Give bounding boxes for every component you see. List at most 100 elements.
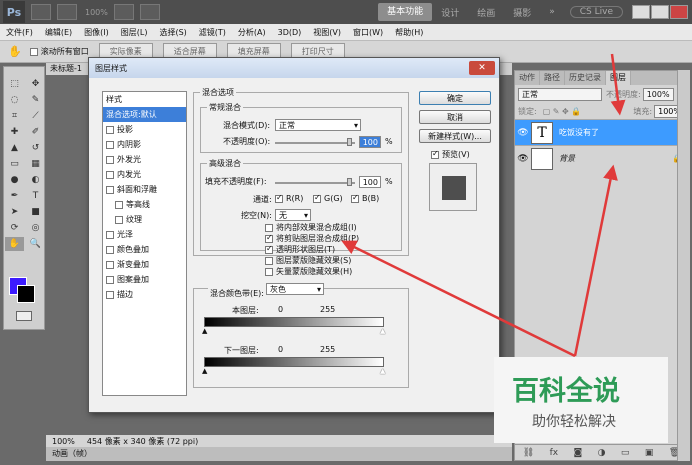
checkbox-icon[interactable]	[106, 140, 114, 149]
fill-opacity-slider[interactable]	[275, 182, 355, 184]
underlying-white-handle-icon[interactable]: ▲	[380, 367, 385, 375]
this-layer-black-handle-icon[interactable]: ▲	[202, 327, 207, 335]
checkbox-icon[interactable]	[106, 230, 114, 239]
stamp-tool-icon[interactable]: ▲	[5, 141, 24, 155]
channel-r-checkbox[interactable]: R(R)	[275, 193, 303, 203]
menu-file[interactable]: 文件(F)	[0, 27, 39, 38]
opacity-slider-knob[interactable]	[347, 138, 352, 146]
visibility-eye-icon[interactable]: 👁	[515, 154, 531, 164]
3d-orbit-icon[interactable]: ◎	[26, 221, 45, 235]
checkbox-icon[interactable]	[115, 215, 123, 224]
dodge-tool-icon[interactable]: ◐	[26, 173, 45, 187]
menu-help[interactable]: 帮助(H)	[389, 27, 429, 38]
workspace-essentials[interactable]: 基本功能	[378, 3, 433, 21]
style-item[interactable]: 描边	[103, 287, 186, 302]
fill-opacity-input[interactable]: 100	[359, 176, 381, 188]
channel-b-checkbox[interactable]: B(B)	[351, 193, 379, 203]
checkbox-icon[interactable]	[106, 170, 114, 179]
checkbox-icon[interactable]	[106, 245, 114, 254]
underlying-black-handle-icon[interactable]: ▲	[202, 367, 207, 375]
brush-tool-icon[interactable]: ✐	[26, 125, 45, 139]
channel-g-checkbox[interactable]: G(G)	[313, 193, 343, 203]
blend-if-select[interactable]: 灰色	[266, 283, 324, 295]
dialog-close-icon[interactable]: ✕	[469, 61, 495, 75]
cancel-button[interactable]: 取消	[419, 110, 491, 124]
animation-panel-tab[interactable]: 动画（帧）	[46, 447, 512, 461]
quick-mask-icon[interactable]	[16, 311, 32, 321]
menu-3d[interactable]: 3D(D)	[272, 28, 308, 37]
style-item[interactable]: 渐变叠加	[103, 257, 186, 272]
style-item[interactable]: 纹理	[103, 212, 186, 227]
menu-filter[interactable]: 滤镜(T)	[193, 27, 232, 38]
preview-checkbox[interactable]: 预览(V)	[431, 149, 470, 160]
scroll-all-windows-checkbox[interactable]: 滚动所有窗口	[29, 46, 89, 57]
knockout-select[interactable]: 无	[275, 209, 311, 221]
workspace-more[interactable]: »	[540, 7, 564, 17]
style-item[interactable]: 内阴影	[103, 137, 186, 152]
hand-tool-icon[interactable]: ✋	[5, 237, 24, 251]
fill-opacity-slider-knob[interactable]	[347, 178, 352, 186]
maximize-button[interactable]	[651, 5, 669, 19]
menu-edit[interactable]: 编辑(E)	[39, 27, 78, 38]
menu-window[interactable]: 窗口(W)	[347, 27, 389, 38]
history-brush-icon[interactable]: ↺	[26, 141, 45, 155]
underlying-layer-gradient[interactable]	[204, 357, 384, 367]
layer-row-background[interactable]: 👁 背景 🔒	[515, 145, 688, 171]
workspace-design[interactable]: 设计	[432, 6, 468, 19]
new-layer-icon[interactable]: ▣	[645, 448, 654, 458]
style-item[interactable]: 内发光	[103, 167, 186, 182]
background-color-swatch[interactable]	[17, 285, 35, 303]
advanced-option-checkbox[interactable]: 图层蒙版隐藏效果(S)	[265, 255, 351, 266]
advanced-option-checkbox[interactable]: 将剪贴图层混合成组(P)	[265, 233, 359, 244]
zoom-select[interactable]: 100%	[85, 8, 108, 17]
shape-tool-icon[interactable]: ■	[26, 205, 45, 219]
link-layers-icon[interactable]: ⛓	[523, 448, 534, 458]
new-style-button[interactable]: 新建样式(W)...	[419, 129, 491, 143]
new-group-icon[interactable]: ▭	[621, 448, 630, 458]
this-layer-gradient[interactable]	[204, 317, 384, 327]
tab-paths[interactable]: 路径	[540, 71, 565, 85]
checkbox-icon[interactable]	[106, 260, 114, 269]
opacity-input[interactable]: 100	[359, 136, 381, 148]
checkbox-icon[interactable]	[106, 275, 114, 284]
fx-icon[interactable]: fx	[550, 448, 559, 458]
layer-opacity-input[interactable]: 100%	[642, 87, 674, 101]
3d-rotate-icon[interactable]: ⟳	[5, 221, 24, 235]
advanced-option-checkbox[interactable]: 透明形状图层(T)	[265, 244, 335, 255]
move-tool-icon[interactable]: ✥	[26, 77, 45, 91]
adjustment-layer-icon[interactable]: ◑	[598, 448, 606, 458]
checkbox-icon[interactable]	[106, 185, 114, 194]
menu-select[interactable]: 选择(S)	[153, 27, 192, 38]
healing-brush-icon[interactable]: ✚	[5, 125, 24, 139]
checkbox-icon[interactable]	[106, 155, 114, 164]
style-item[interactable]: 斜面和浮雕	[103, 182, 186, 197]
cs-live-button[interactable]: CS Live	[569, 6, 623, 18]
blur-tool-icon[interactable]: ●	[5, 173, 24, 187]
workspace-photography[interactable]: 摄影	[504, 6, 540, 19]
gradient-tool-icon[interactable]: ▦	[26, 157, 45, 171]
status-zoom[interactable]: 100%	[46, 437, 81, 446]
style-item[interactable]: 图案叠加	[103, 272, 186, 287]
crop-tool-icon[interactable]: ⌗	[5, 109, 24, 123]
arrange-docs-icon[interactable]	[113, 4, 134, 20]
checkbox-icon[interactable]	[115, 200, 123, 209]
advanced-option-checkbox[interactable]: 矢量蒙版隐藏效果(H)	[265, 266, 352, 277]
bridge-icon[interactable]	[31, 4, 51, 20]
style-item[interactable]: 颜色叠加	[103, 242, 186, 257]
layer-blend-mode-select[interactable]: 正常	[518, 87, 602, 101]
quick-select-icon[interactable]: ✎	[26, 93, 45, 107]
advanced-option-checkbox[interactable]: 将内部效果混合成组(I)	[265, 222, 357, 233]
marquee-tool-icon[interactable]: ⬚	[5, 77, 24, 91]
visibility-eye-icon[interactable]: 👁	[515, 128, 531, 138]
menu-analysis[interactable]: 分析(A)	[232, 27, 272, 38]
minimize-button[interactable]	[632, 5, 650, 19]
this-layer-white-handle-icon[interactable]: ▲	[380, 327, 385, 335]
path-select-icon[interactable]: ➤	[5, 205, 24, 219]
layer-row-text[interactable]: 👁 T 吃饭没有了	[515, 119, 688, 145]
add-mask-icon[interactable]: ◙	[573, 448, 582, 458]
style-item[interactable]: 等高线	[103, 197, 186, 212]
blend-mode-select[interactable]: 正常	[275, 119, 361, 131]
eyedropper-icon[interactable]: ⟋	[26, 109, 45, 123]
zoom-tool-icon[interactable]: 🔍	[26, 237, 45, 251]
workspace-painting[interactable]: 绘画	[468, 6, 504, 19]
